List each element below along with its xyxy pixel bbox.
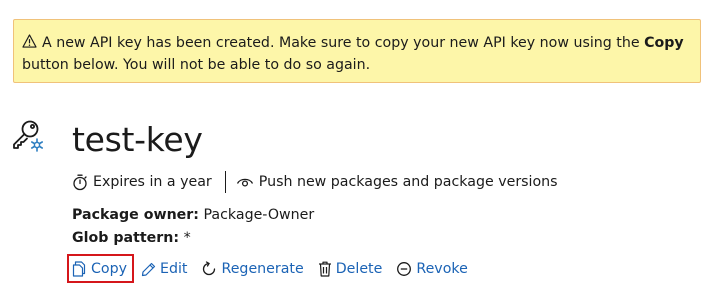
- edit-label: Edit: [160, 261, 188, 277]
- pencil-icon: [141, 262, 156, 276]
- package-owner-value: Package-Owner: [203, 207, 315, 223]
- key-actions: Copy Edit Regenerate Delete Revoke: [72, 258, 482, 280]
- scope-text: Push new packages and package versions: [258, 174, 558, 190]
- expiry-info: Expires in a year: [72, 174, 212, 191]
- eye-icon: [236, 178, 253, 187]
- edit-button[interactable]: Edit: [141, 261, 187, 277]
- regenerate-label: Regenerate: [221, 261, 304, 277]
- glob-pattern-value: *: [183, 230, 191, 246]
- glob-pattern-field: Glob pattern: *: [72, 228, 191, 248]
- package-owner-label: Package owner:: [72, 207, 199, 223]
- banner-text-end: button below. You will not be able to do…: [22, 57, 371, 73]
- scope-info: Push new packages and package versions: [236, 174, 558, 190]
- revoke-button[interactable]: Revoke: [396, 261, 468, 277]
- trash-icon: [318, 261, 331, 277]
- revoke-label: Revoke: [416, 261, 468, 277]
- delete-button[interactable]: Delete: [318, 261, 383, 277]
- copy-label: Copy: [91, 261, 127, 277]
- key-icon: [13, 120, 44, 152]
- timer-icon: [73, 174, 87, 190]
- expiry-text: Expires in a year: [93, 174, 212, 190]
- copy-icon: [72, 261, 86, 277]
- api-key-created-banner: A new API key has been created. Make sur…: [13, 19, 701, 83]
- banner-text-start: A new API key has been created. Make sur…: [42, 35, 645, 51]
- meta-divider: [224, 171, 226, 193]
- api-key-name: test-key: [72, 120, 203, 159]
- minus-circle-icon: [397, 262, 412, 276]
- regenerate-button[interactable]: Regenerate: [201, 261, 304, 277]
- refresh-icon: [203, 261, 216, 276]
- glob-pattern-label: Glob pattern:: [72, 230, 180, 246]
- copy-button[interactable]: Copy: [72, 261, 127, 277]
- delete-label: Delete: [335, 261, 383, 277]
- warning-icon: [22, 34, 37, 48]
- banner-bold-copy: Copy: [644, 35, 684, 51]
- key-meta-row: Expires in a year Push new packages and …: [72, 171, 558, 193]
- package-owner-field: Package owner: Package-Owner: [72, 205, 314, 225]
